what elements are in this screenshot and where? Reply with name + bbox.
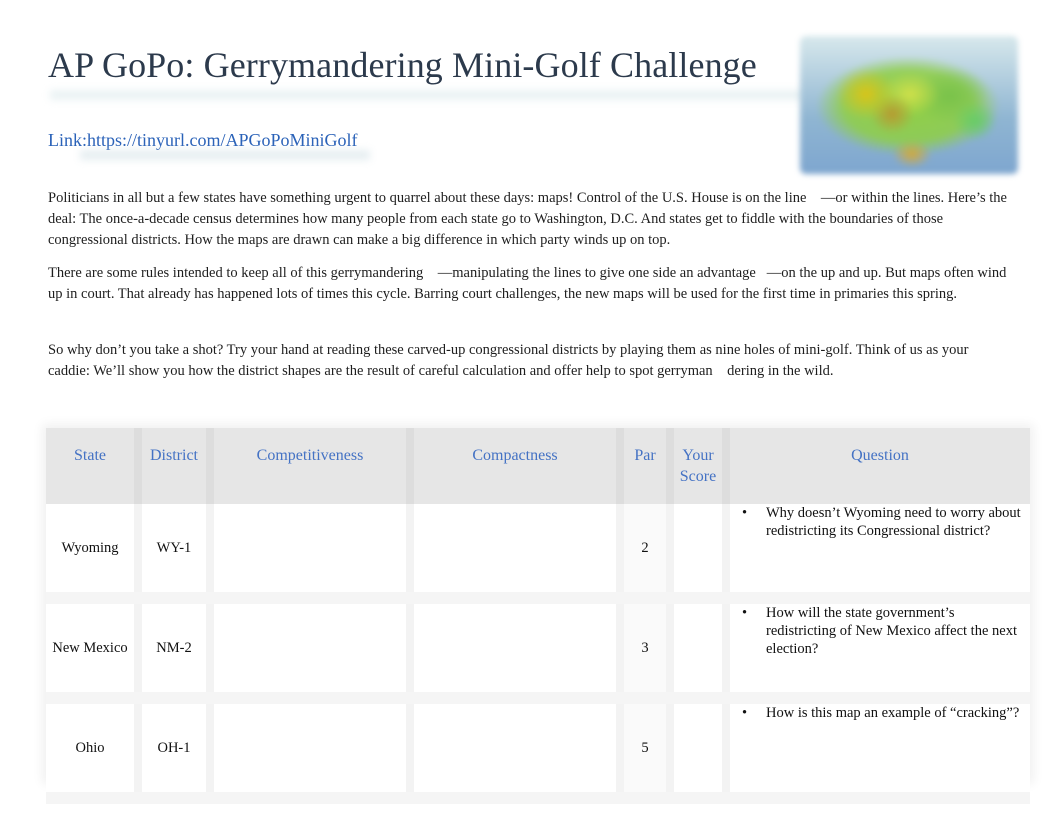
- cell-your-score[interactable]: [670, 698, 730, 804]
- link-shadow: [80, 150, 370, 160]
- table-row: New Mexico NM-2 3 • How will the state g…: [46, 598, 1030, 704]
- cell-state: Ohio: [46, 698, 142, 804]
- cell-state: Wyoming: [46, 504, 142, 604]
- intro-paragraph-3: So why don’t you take a shot? Try your h…: [48, 342, 969, 379]
- cell-compactness[interactable]: [410, 598, 624, 704]
- header-district: District: [138, 428, 214, 504]
- cell-district: OH-1: [138, 698, 214, 804]
- header-state: State: [46, 428, 142, 504]
- page-title: AP GoPo: Gerrymandering Mini-Golf Challe…: [48, 45, 757, 85]
- question-item: • How will the state government’s redist…: [738, 604, 1022, 658]
- header-question: Question: [726, 428, 1030, 504]
- cell-par: 2: [620, 504, 674, 604]
- table-row: Wyoming WY-1 2 • Why doesn’t Wyoming nee…: [46, 504, 1030, 604]
- header-par: Par: [620, 428, 674, 504]
- cell-compactness[interactable]: [410, 504, 624, 604]
- cell-district: WY-1: [138, 504, 214, 604]
- header-compactness: Compactness: [410, 428, 624, 504]
- question-item: • Why doesn’t Wyoming need to worry abou…: [738, 504, 1022, 540]
- cell-par: 5: [620, 698, 674, 804]
- table-row: Ohio OH-1 5 • How is this map an example…: [46, 698, 1030, 804]
- question-item: • How is this map an example of “crackin…: [738, 704, 1022, 722]
- cell-district: NM-2: [138, 598, 214, 704]
- header-competitiveness: Competitiveness: [210, 428, 414, 504]
- bullet-icon: •: [742, 705, 748, 721]
- cell-question: • Why doesn’t Wyoming need to worry abou…: [726, 504, 1030, 604]
- mini-golf-table: State District Competitiveness Compactne…: [46, 428, 1030, 804]
- cell-state: New Mexico: [46, 598, 142, 704]
- cell-your-score[interactable]: [670, 504, 730, 604]
- intro-paragraph-2: There are some rules intended to keep al…: [48, 265, 1007, 302]
- intro-paragraph-1: Politicians in all but a few states have…: [48, 190, 1007, 248]
- cell-compactness[interactable]: [410, 698, 624, 804]
- bullet-icon: •: [742, 605, 748, 621]
- title-underline-shadow: [50, 88, 810, 102]
- header-your-score: Your Score: [670, 428, 730, 504]
- cell-competitiveness[interactable]: [210, 504, 414, 604]
- tinyurl-link[interactable]: Link:https://tinyurl.com/APGoPoMiniGolf: [48, 130, 358, 151]
- us-map-image: [800, 36, 1018, 174]
- cell-your-score[interactable]: [670, 598, 730, 704]
- cell-competitiveness[interactable]: [210, 598, 414, 704]
- cell-par: 3: [620, 598, 674, 704]
- bullet-icon: •: [742, 505, 748, 521]
- question-text: Why doesn’t Wyoming need to worry about …: [766, 505, 1021, 539]
- cell-competitiveness[interactable]: [210, 698, 414, 804]
- question-text: How will the state government’s redistri…: [766, 605, 1017, 657]
- question-text: How is this map an example of “cracking”…: [766, 705, 1020, 721]
- table-header-row: State District Competitiveness Compactne…: [46, 428, 1030, 504]
- cell-question: • How will the state government’s redist…: [726, 598, 1030, 704]
- cell-question: • How is this map an example of “crackin…: [726, 698, 1030, 804]
